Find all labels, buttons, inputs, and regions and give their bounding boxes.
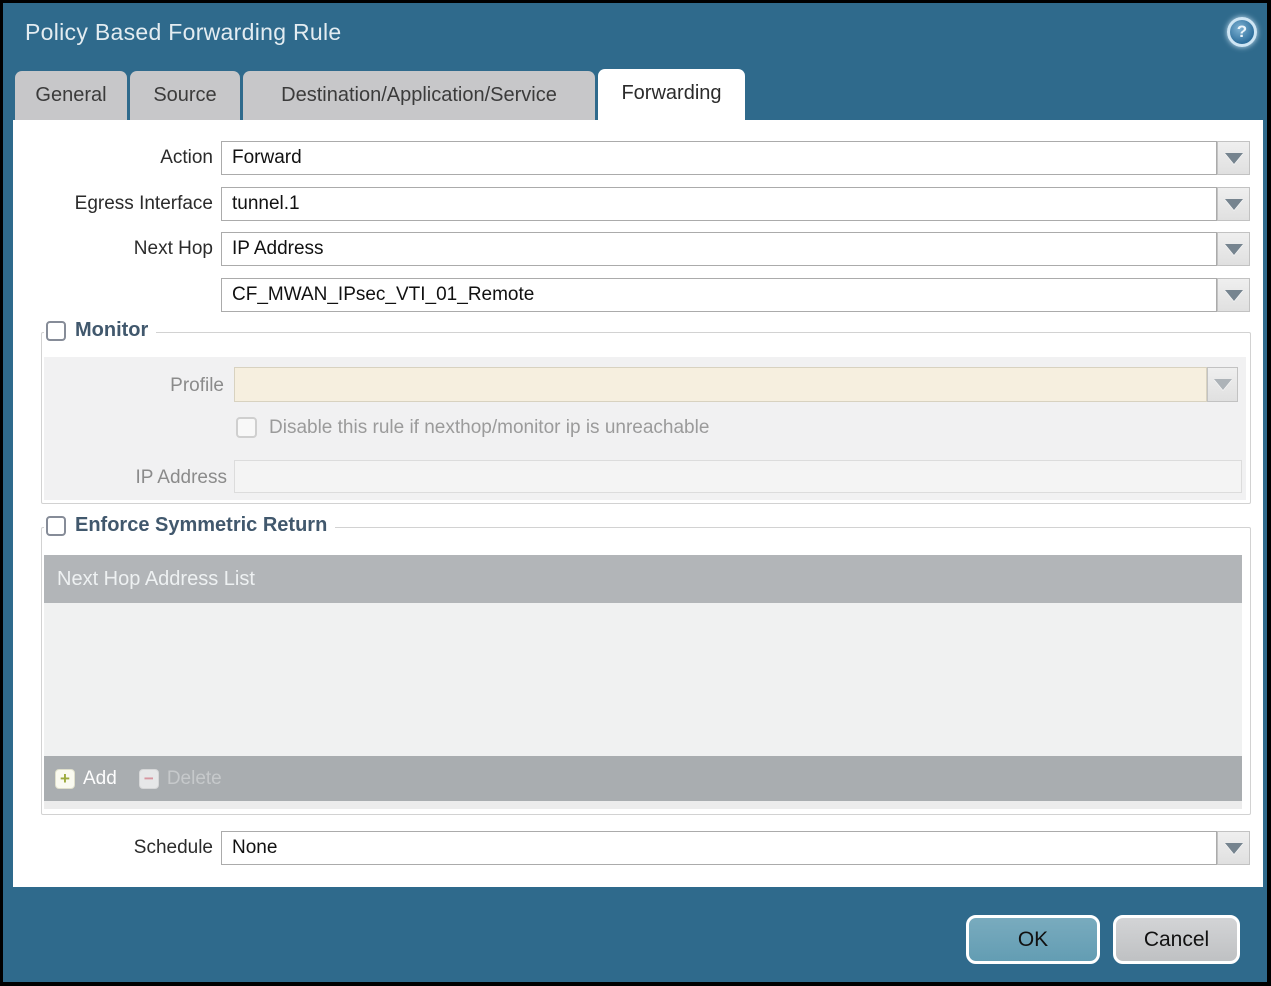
disable-rule-label: Disable this rule if nexthop/monitor ip … [269,417,710,438]
chevron-down-icon [1224,198,1243,210]
schedule-select[interactable]: None [221,831,1217,865]
monitor-ip-address-input [234,460,1242,493]
dialog-frame: Policy Based Forwarding Rule ? General S… [3,3,1267,982]
symmetric-return-legend: Enforce Symmetric Return [44,514,336,537]
pbf-rule-dialog: Policy Based Forwarding Rule ? General S… [0,0,1271,986]
chevron-down-icon [1224,243,1243,255]
table-header-next-hop-address-list: Next Hop Address List [44,555,1242,603]
tab-source[interactable]: Source [130,71,240,120]
delete-button: − Delete [117,768,222,790]
delete-minus-icon: − [138,768,159,789]
schedule-label: Schedule [133,837,213,858]
profile-dropdown-button [1207,367,1238,402]
add-plus-icon: + [55,768,75,789]
help-icon[interactable]: ? [1227,17,1257,47]
next-hop-label: Next Hop [133,238,213,259]
cancel-button[interactable]: Cancel [1113,915,1240,964]
disable-rule-checkbox [236,417,257,438]
enforce-symmetric-return-checkbox[interactable] [46,515,66,536]
action-dropdown-button[interactable] [1217,141,1250,175]
dialog-title: Policy Based Forwarding Rule [25,19,342,45]
monitor-legend-label: Monitor [75,319,149,341]
chevron-down-icon [1224,842,1243,854]
monitor-checkbox[interactable] [46,320,66,341]
profile-label: Profile [170,375,224,396]
chevron-down-icon [1224,152,1243,164]
add-button-label: Add [83,767,117,789]
next-hop-address-select[interactable]: CF_MWAN_IPsec_VTI_01_Remote [221,278,1217,312]
table-footer: + Add − Delete [44,756,1242,801]
next-hop-type-dropdown-button[interactable] [1217,232,1250,266]
next-hop-address-dropdown-button[interactable] [1217,278,1250,312]
table-scroll-strip [44,801,1242,809]
tab-destination-application-service[interactable]: Destination/Application/Service [243,71,595,120]
monitor-ip-address-label: IP Address [135,467,227,488]
symmetric-return-section: Enforce Symmetric Return Next Hop Addres… [41,514,1251,815]
forwarding-tab-panel: Action Forward Egress Interface tunnel.1… [13,120,1263,887]
profile-select[interactable] [234,367,1207,402]
monitor-panel: Profile Disable this rule if nexthop/mon… [44,357,1246,500]
next-hop-address-table: Next Hop Address List + Add − Delete [44,555,1242,809]
add-button[interactable]: + Add [44,768,117,790]
tab-general[interactable]: General [15,71,127,120]
chevron-down-icon [1224,289,1243,301]
schedule-dropdown-button[interactable] [1217,831,1250,865]
monitor-legend: Monitor [44,319,157,342]
symmetric-return-legend-label: Enforce Symmetric Return [75,514,328,536]
action-label: Action [160,147,213,168]
table-body[interactable] [44,603,1242,756]
monitor-section: Monitor Profile Disable this rule if nex… [41,319,1251,504]
next-hop-type-select[interactable]: IP Address [221,232,1217,266]
egress-interface-label: Egress Interface [74,193,213,214]
egress-interface-dropdown-button[interactable] [1217,187,1250,221]
ok-button[interactable]: OK [966,915,1100,964]
action-select[interactable]: Forward [221,141,1217,175]
chevron-down-icon [1213,379,1232,390]
egress-interface-select[interactable]: tunnel.1 [221,187,1217,221]
tab-forwarding[interactable]: Forwarding [598,69,745,120]
delete-button-label: Delete [166,767,222,789]
